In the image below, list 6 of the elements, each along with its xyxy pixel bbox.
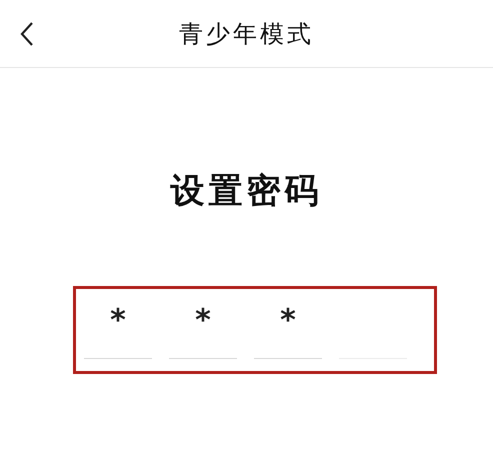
password-digit-field[interactable]: * [84,289,152,359]
password-digit-field[interactable]: * [254,289,322,359]
password-digit-field[interactable]: * [169,289,237,359]
back-icon [20,20,34,46]
heading: 设置密码 [169,170,324,213]
page-title: 青少年模式 [178,18,315,50]
